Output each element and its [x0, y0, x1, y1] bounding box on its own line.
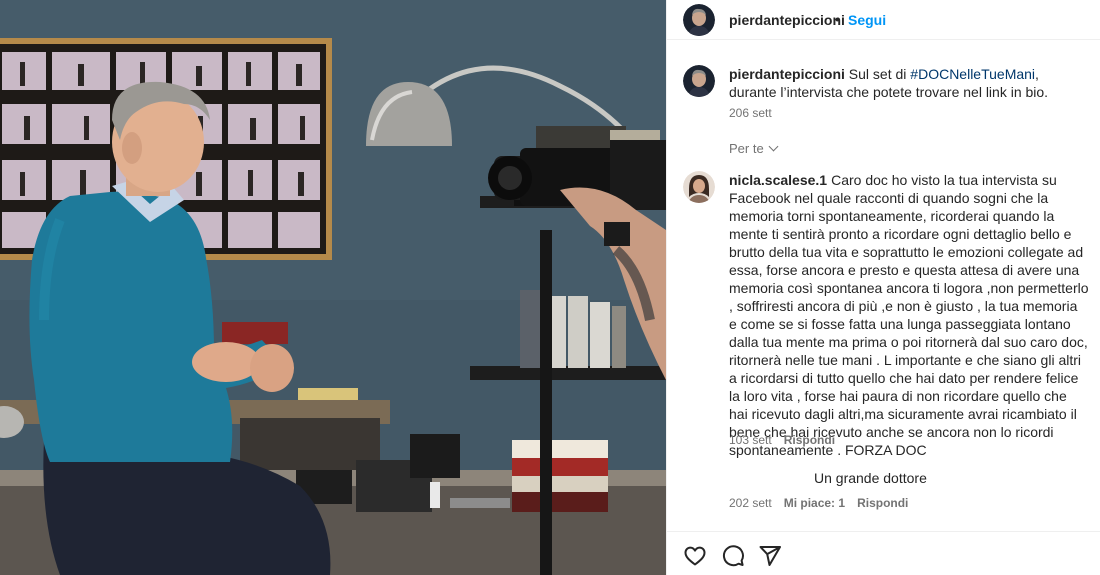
caption-username[interactable]: pierdantepiccioni: [729, 66, 845, 82]
heart-icon[interactable]: [683, 544, 707, 568]
post-photo[interactable]: [0, 0, 666, 575]
comment-body: nicla.scalese.1 Caro doc ho visto la tua …: [729, 171, 1089, 459]
reply-likes-count[interactable]: Mi piace: 1: [784, 496, 845, 510]
separator-dot: •: [835, 11, 840, 27]
reply-timestamp[interactable]: 202 sett: [729, 496, 772, 510]
comments-sort-dropdown[interactable]: Per te: [729, 141, 779, 156]
author-username[interactable]: pierdantepiccioni: [729, 12, 845, 28]
reply-comment-text: Un grande dottore: [814, 470, 927, 486]
caption-timestamp[interactable]: 206 sett: [729, 106, 772, 120]
post-side-panel: pierdantepiccioni • Segui pierdantepicci…: [666, 0, 1100, 575]
follow-button[interactable]: Segui: [848, 12, 886, 28]
caption-text-part: Sul set di: [844, 66, 911, 82]
chevron-down-icon: [768, 141, 779, 152]
comment-icon[interactable]: [721, 544, 745, 568]
comment-meta: 103 sett Rispondi: [729, 433, 847, 447]
post-action-bar: [667, 531, 1100, 575]
author-avatar[interactable]: [683, 4, 715, 36]
commenter-username[interactable]: nicla.scalese.1: [729, 172, 827, 188]
reply-comment-meta: 202 sett Mi piace: 1 Rispondi: [729, 496, 920, 510]
reply-button[interactable]: Rispondi: [784, 433, 835, 447]
caption-author-avatar[interactable]: [683, 65, 715, 97]
caption-text: pierdantepiccioni Sul set di #DOCNelleTu…: [729, 65, 1079, 101]
commenter-avatar[interactable]: [683, 171, 715, 203]
reply-reply-button[interactable]: Rispondi: [857, 496, 908, 510]
paper-plane-icon[interactable]: [758, 544, 782, 568]
comments-sort-label: Per te: [729, 141, 764, 156]
comment-text: Caro doc ho visto la tua intervista su F…: [729, 172, 1089, 458]
caption-hashtag-link[interactable]: #DOCNelleTueMani: [910, 66, 1035, 82]
comment-timestamp[interactable]: 103 sett: [729, 433, 772, 447]
post-header: pierdantepiccioni • Segui: [667, 0, 1100, 40]
post-image: [0, 0, 666, 575]
